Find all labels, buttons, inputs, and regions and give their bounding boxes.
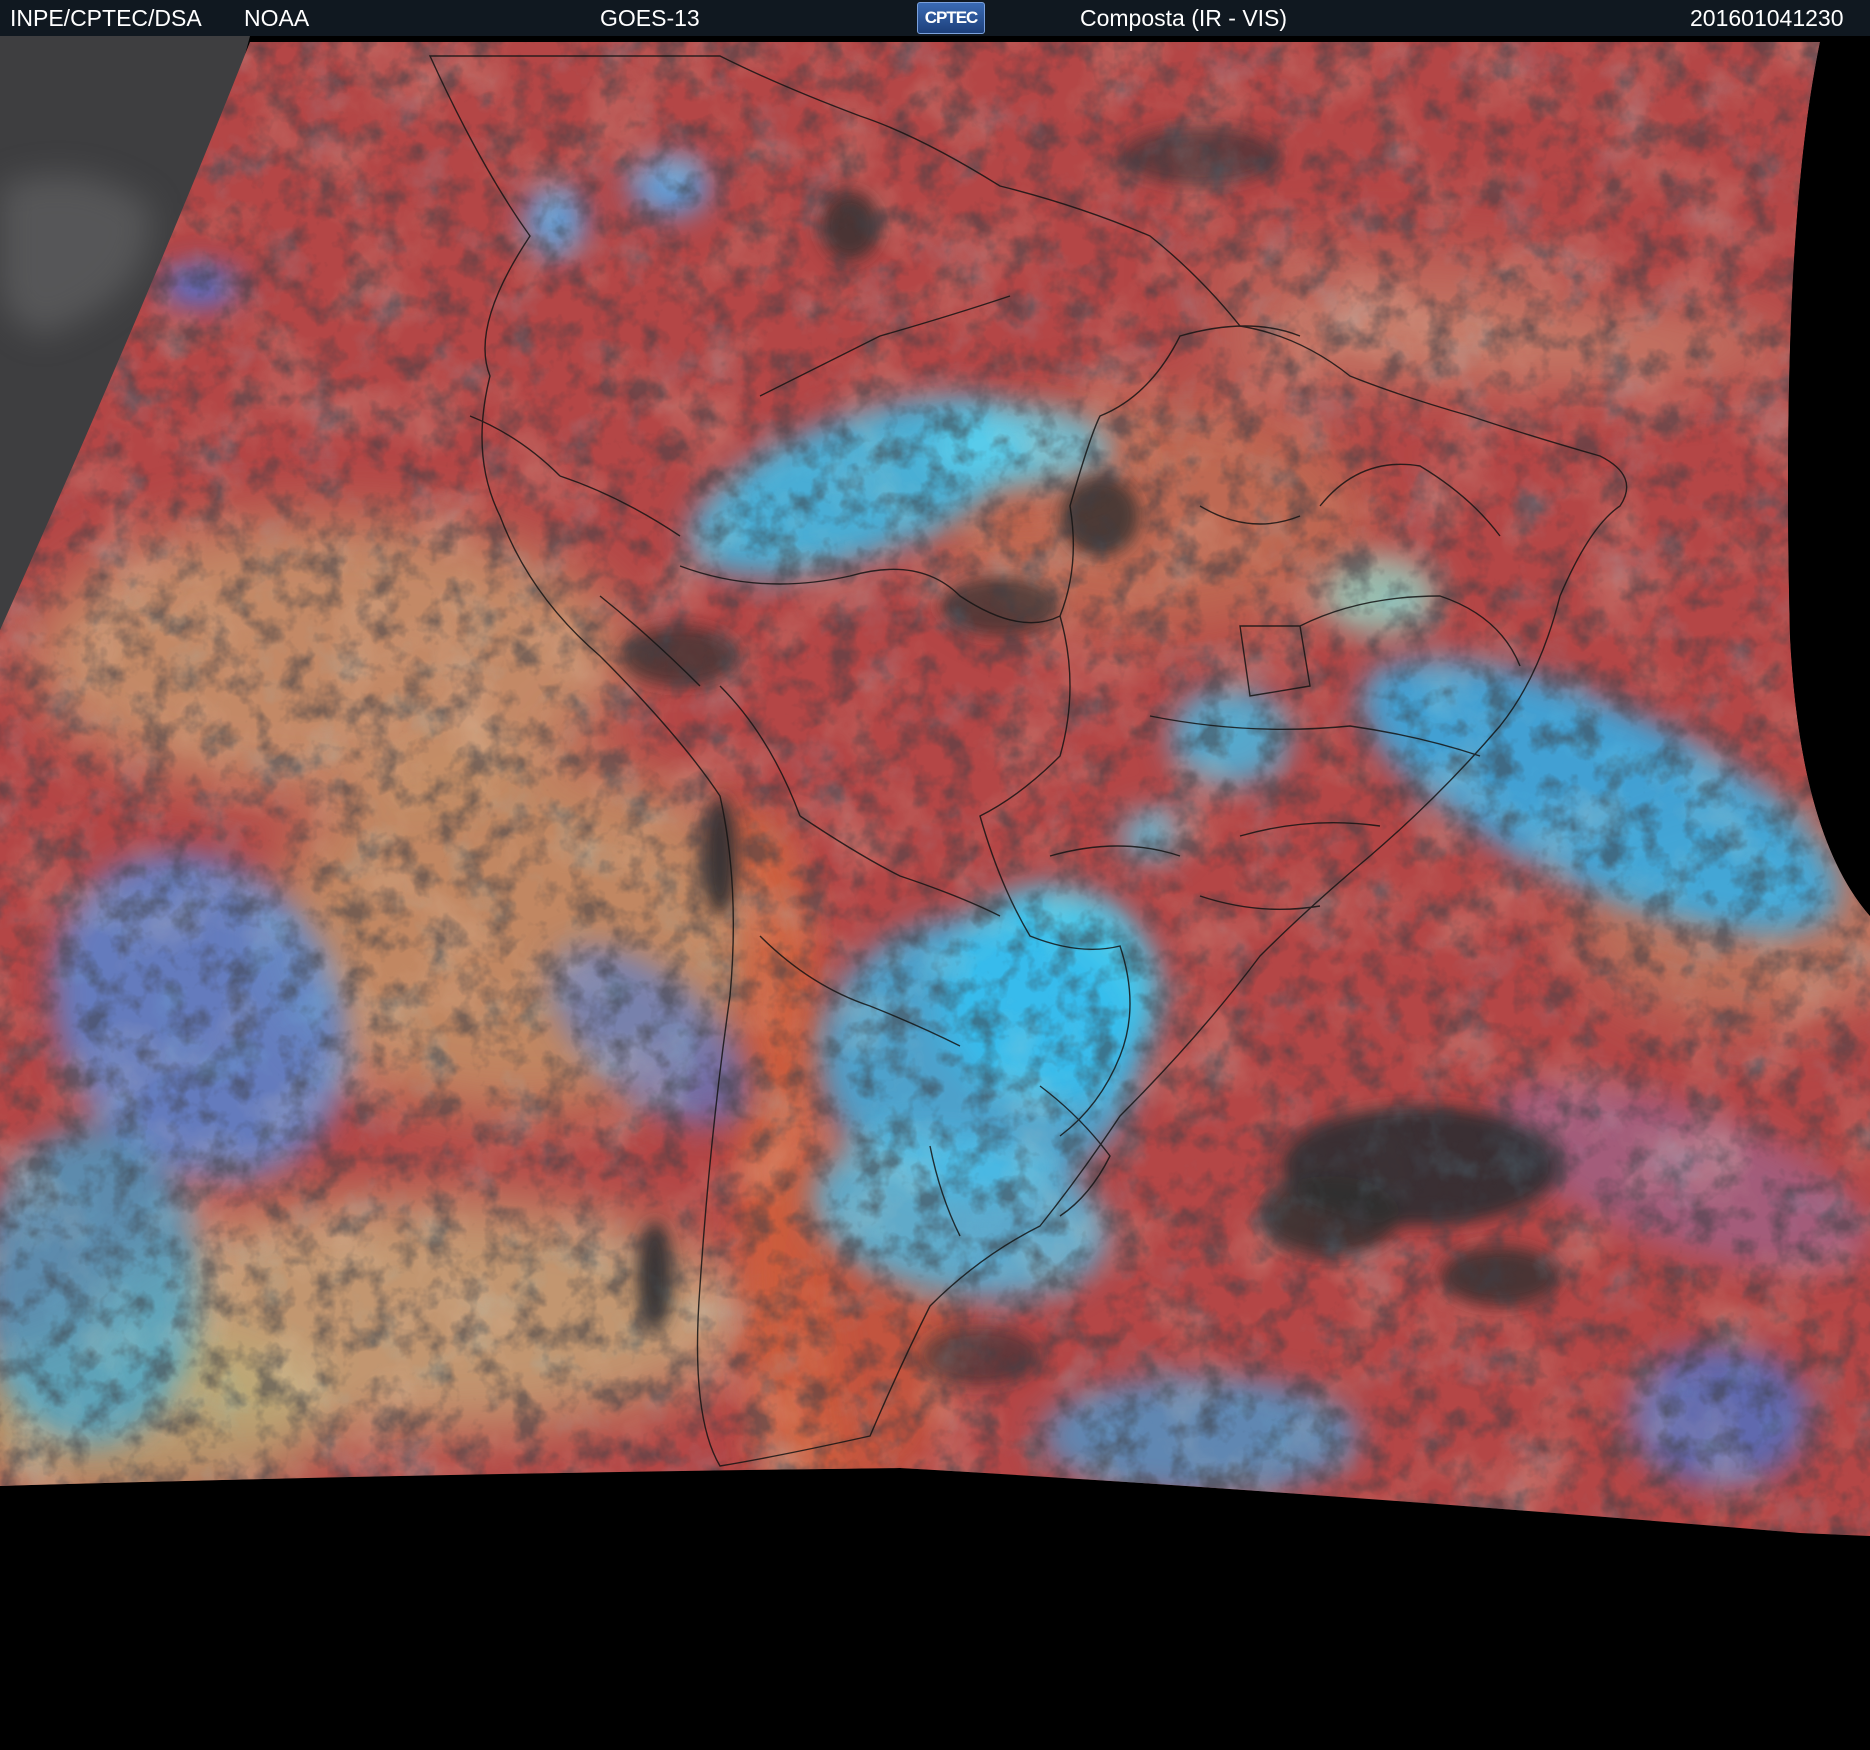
agency-label: INPE/CPTEC/DSA [10, 5, 202, 31]
timestamp-label: 201601041230 [1690, 5, 1844, 31]
satellite-label: GOES-13 [600, 5, 700, 31]
product-label: Composta (IR - VIS) [1080, 5, 1288, 31]
satellite-composite-image [0, 36, 1870, 1750]
partner-label: NOAA [244, 5, 310, 31]
image-header-bar: INPE/CPTEC/DSA NOAA GOES-13 CPTEC Compos… [0, 0, 1870, 36]
cptec-logo: CPTEC [917, 2, 985, 34]
